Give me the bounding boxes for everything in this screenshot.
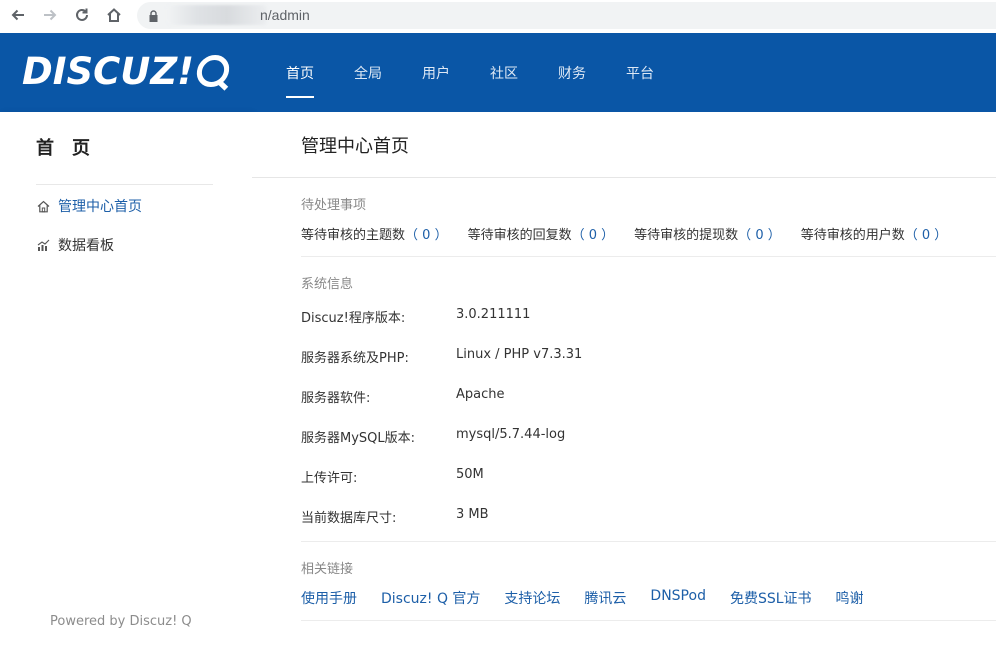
sidebar-item-label: 管理中心首页	[58, 199, 142, 215]
pending-section-label: 待处理事项	[301, 198, 367, 213]
link-free-ssl[interactable]: 免费SSL证书	[730, 588, 812, 608]
sysinfo-key: 上传许可:	[301, 471, 358, 486]
pending-close: ）	[930, 228, 948, 243]
pending-open: （	[904, 228, 922, 243]
sysinfo-row: 当前数据库尺寸: 3 MB	[301, 507, 489, 526]
pending-threads[interactable]: 等待审核的主题数（ 0 ）	[301, 224, 448, 243]
link-manual[interactable]: 使用手册	[301, 588, 357, 608]
lock-icon	[149, 8, 158, 27]
pending-label: 等待审核的回复数	[467, 228, 572, 243]
pending-withdrawals[interactable]: 等待审核的提现数（ 0 ）	[634, 224, 781, 243]
sysinfo-key: 服务器软件:	[301, 391, 371, 406]
link-forum[interactable]: 支持论坛	[504, 588, 560, 608]
link-dnspod[interactable]: DNSPod	[650, 588, 706, 608]
pending-open: （	[405, 228, 423, 243]
home-icon[interactable]	[102, 4, 126, 26]
pending-close: ）	[430, 228, 448, 243]
sysinfo-section-label: 系统信息	[301, 277, 354, 292]
topnav-home[interactable]: 首页	[286, 33, 314, 112]
pending-count: 0	[755, 228, 764, 243]
forward-icon[interactable]	[38, 4, 62, 26]
sidebar-divider	[36, 184, 213, 185]
topnav-community[interactable]: 社区	[490, 33, 518, 112]
logo-q-mark	[194, 55, 232, 87]
sidebar-item-admin-home[interactable]: 管理中心首页	[36, 195, 142, 217]
link-tencent-cloud[interactable]: 腾讯云	[584, 588, 626, 608]
sysinfo-row: 服务器MySQL版本: mysql/5.7.44-log	[301, 427, 565, 446]
title-divider	[252, 177, 996, 178]
pending-label: 等待审核的提现数	[634, 228, 739, 243]
sysinfo-value: 50M	[456, 467, 484, 482]
browser-toolbar: n/admin	[0, 0, 996, 33]
pending-label: 等待审核的主题数	[301, 228, 406, 243]
pending-replies[interactable]: 等待审核的回复数（ 0 ）	[468, 224, 615, 243]
section-divider	[301, 541, 996, 542]
topnav-finance[interactable]: 财务	[558, 33, 586, 112]
page-title: 管理中心首页	[301, 136, 409, 157]
sysinfo-row: 服务器软件: Apache	[301, 387, 505, 406]
sidebar-item-dashboard[interactable]: 数据看板	[36, 234, 114, 256]
top-nav: 首页 全局 用户 社区 财务 平台	[286, 33, 694, 112]
link-credits[interactable]: 鸣谢	[836, 588, 864, 608]
sidebar-title: 首页	[36, 138, 108, 159]
sysinfo-value: 3.0.211111	[456, 307, 531, 322]
redacted-domain	[167, 5, 267, 25]
sysinfo-key: 服务器MySQL版本:	[301, 431, 416, 446]
topnav-platform[interactable]: 平台	[626, 33, 654, 112]
pending-close: ）	[763, 228, 781, 243]
sysinfo-row: 上传许可: 50M	[301, 467, 484, 486]
top-header: DISCUZ! 首页 全局 用户 社区 财务 平台	[0, 33, 996, 112]
sysinfo-key: Discuz!程序版本:	[301, 311, 406, 326]
pending-count: 0	[921, 228, 931, 243]
topnav-global[interactable]: 全局	[354, 33, 382, 112]
url-text: n/admin	[260, 7, 310, 23]
powered-by-footer: Powered by Discuz! Q	[50, 614, 192, 629]
chart-icon	[36, 238, 50, 252]
sysinfo-key: 服务器系统及PHP:	[301, 351, 409, 366]
reload-icon[interactable]	[70, 4, 94, 26]
sysinfo-row: 服务器系统及PHP: Linux / PHP v7.3.31	[301, 347, 582, 366]
topnav-users[interactable]: 用户	[422, 33, 450, 112]
section-divider	[301, 256, 996, 257]
sysinfo-value: Apache	[456, 387, 505, 402]
sysinfo-row: Discuz!程序版本: 3.0.211111	[301, 307, 530, 326]
home-icon	[36, 199, 50, 213]
address-bar[interactable]: n/admin	[137, 2, 996, 29]
sidebar-item-label: 数据看板	[58, 238, 114, 254]
pending-count: 0	[588, 228, 598, 243]
section-divider	[301, 620, 996, 621]
pending-open: （	[738, 228, 756, 243]
pending-users[interactable]: 等待审核的用户数（ 0 ）	[801, 224, 948, 243]
sysinfo-value: mysql/5.7.44-log	[456, 427, 566, 442]
pending-close: ）	[597, 228, 615, 243]
sidebar: 首页 管理中心首页 数据看板 Powered by Discuz! Q	[0, 112, 252, 661]
pending-label: 等待审核的用户数	[800, 228, 905, 243]
back-icon[interactable]	[6, 4, 30, 26]
discuz-q-logo[interactable]: DISCUZ!	[22, 49, 232, 93]
pending-open: （	[571, 228, 589, 243]
pending-items: 等待审核的主题数（ 0 ） 等待审核的回复数（ 0 ） 等待审核的提现数（ 0 …	[301, 224, 967, 243]
sysinfo-value: Linux / PHP v7.3.31	[456, 347, 583, 362]
logo-text: DISCUZ!	[22, 49, 195, 93]
main-content: 管理中心首页 待处理事项 等待审核的主题数（ 0 ） 等待审核的回复数（ 0 ）…	[252, 112, 996, 661]
link-official[interactable]: Discuz! Q 官方	[381, 588, 480, 608]
links-section-label: 相关链接	[301, 562, 354, 577]
sysinfo-value: 3 MB	[456, 507, 489, 522]
related-links: 使用手册 Discuz! Q 官方 支持论坛 腾讯云 DNSPod 免费SSL证…	[301, 588, 888, 608]
sysinfo-key: 当前数据库尺寸:	[301, 511, 397, 526]
